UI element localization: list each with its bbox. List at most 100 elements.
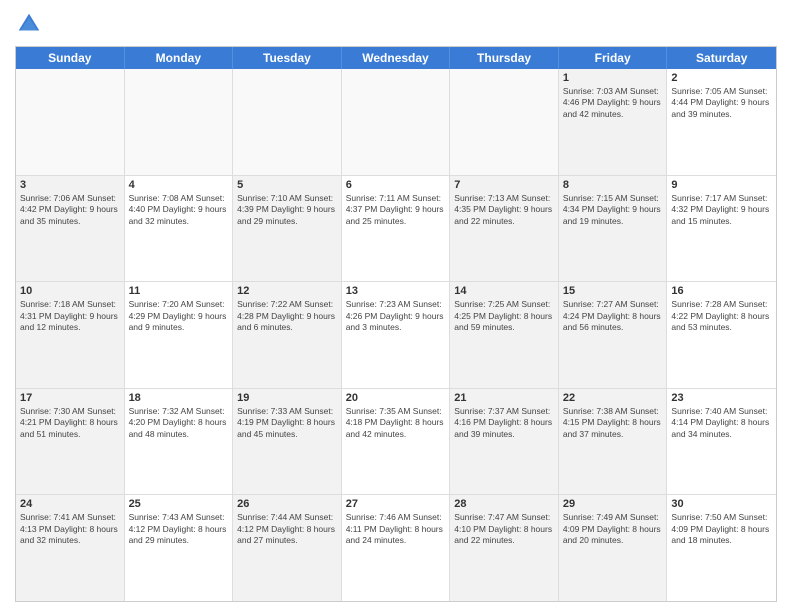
day-info: Sunrise: 7:35 AM Sunset: 4:18 PM Dayligh… — [346, 406, 446, 440]
weekday-header: Friday — [559, 47, 668, 69]
calendar-cell: 2Sunrise: 7:05 AM Sunset: 4:44 PM Daylig… — [667, 69, 776, 175]
calendar-cell: 16 Sunrise: 7:28 AM Sunset: 4:22 PM Dayli… — [667, 282, 776, 388]
calendar-cell: 4 Sunrise: 7:08 AM Sunset: 4:40 PM Daylig… — [125, 176, 234, 282]
day-info: Sunrise: 7:44 AM Sunset: 4:12 PM Dayligh… — [237, 512, 337, 546]
day-number: 2 — [671, 72, 772, 84]
weekday-header: Monday — [125, 47, 234, 69]
day-info: Sunrise: 7:43 AM Sunset: 4:12 PM Dayligh… — [129, 512, 229, 546]
day-number: 16 — [671, 285, 772, 297]
day-number: 14 — [454, 285, 554, 297]
calendar-cell: 7 Sunrise: 7:13 AM Sunset: 4:35 PM Daylig… — [450, 176, 559, 282]
calendar-cell: 22 Sunrise: 7:38 AM Sunset: 4:15 PM Dayli… — [559, 389, 668, 495]
day-info: Sunrise: 7:20 AM Sunset: 4:29 PM Dayligh… — [129, 299, 229, 333]
calendar-cell: 15Sunrise: 7:27 AM Sunset: 4:24 PM Dayli… — [559, 282, 668, 388]
day-number: 25 — [129, 498, 229, 510]
calendar-cell: 19 Sunrise: 7:33 AM Sunset: 4:19 PM Dayli… — [233, 389, 342, 495]
calendar-cell: 23Sunrise: 7:40 AM Sunset: 4:14 PM Dayli… — [667, 389, 776, 495]
calendar-row: 1 Sunrise: 7:03 AM Sunset: 4:46 PM Daylig… — [16, 69, 776, 176]
day-number: 12 — [237, 285, 337, 297]
day-info: Sunrise: 7:10 AM Sunset: 4:39 PM Dayligh… — [237, 193, 337, 227]
calendar-cell: 9 Sunrise: 7:17 AM Sunset: 4:32 PM Daylig… — [667, 176, 776, 282]
day-number: 9 — [671, 179, 772, 191]
calendar-cell: 20 Sunrise: 7:35 AM Sunset: 4:18 PM Dayli… — [342, 389, 451, 495]
day-number: 22 — [563, 392, 663, 404]
day-info: Sunrise: 7:41 AM Sunset: 4:13 PM Dayligh… — [20, 512, 120, 546]
day-info: Sunrise: 7:25 AM Sunset: 4:25 PM Dayligh… — [454, 299, 554, 333]
calendar-row: 10 Sunrise: 7:18 AM Sunset: 4:31 PM Dayli… — [16, 282, 776, 389]
calendar-cell: 24 Sunrise: 7:41 AM Sunset: 4:13 PM Dayli… — [16, 495, 125, 601]
weekday-header: Sunday — [16, 47, 125, 69]
calendar-cell: 5 Sunrise: 7:10 AM Sunset: 4:39 PM Daylig… — [233, 176, 342, 282]
day-number: 3 — [20, 179, 120, 191]
calendar-cell — [342, 69, 451, 175]
day-info: Sunrise: 7:22 AM Sunset: 4:28 PM Dayligh… — [237, 299, 337, 333]
calendar-body: 1 Sunrise: 7:03 AM Sunset: 4:46 PM Daylig… — [16, 69, 776, 601]
calendar-cell: 14 Sunrise: 7:25 AM Sunset: 4:25 PM Dayli… — [450, 282, 559, 388]
day-number: 18 — [129, 392, 229, 404]
calendar-cell: 21 Sunrise: 7:37 AM Sunset: 4:16 PM Dayli… — [450, 389, 559, 495]
logo-icon — [15, 10, 43, 38]
day-info: Sunrise: 7:15 AM Sunset: 4:34 PM Dayligh… — [563, 193, 663, 227]
calendar: SundayMondayTuesdayWednesdayThursdayFrid… — [15, 46, 777, 602]
day-info: Sunrise: 7:33 AM Sunset: 4:19 PM Dayligh… — [237, 406, 337, 440]
weekday-header: Saturday — [667, 47, 776, 69]
calendar-cell: 29Sunrise: 7:49 AM Sunset: 4:09 PM Dayli… — [559, 495, 668, 601]
day-number: 29 — [563, 498, 663, 510]
page: SundayMondayTuesdayWednesdayThursdayFrid… — [0, 0, 792, 612]
calendar-cell — [450, 69, 559, 175]
calendar-cell: 8Sunrise: 7:15 AM Sunset: 4:34 PM Daylig… — [559, 176, 668, 282]
day-number: 6 — [346, 179, 446, 191]
day-info: Sunrise: 7:27 AM Sunset: 4:24 PM Dayligh… — [563, 299, 663, 333]
calendar-cell — [16, 69, 125, 175]
calendar-cell: 26 Sunrise: 7:44 AM Sunset: 4:12 PM Dayli… — [233, 495, 342, 601]
day-number: 24 — [20, 498, 120, 510]
day-info: Sunrise: 7:18 AM Sunset: 4:31 PM Dayligh… — [20, 299, 120, 333]
day-info: Sunrise: 7:46 AM Sunset: 4:11 PM Dayligh… — [346, 512, 446, 546]
weekday-header: Wednesday — [342, 47, 451, 69]
calendar-cell: 1 Sunrise: 7:03 AM Sunset: 4:46 PM Daylig… — [559, 69, 668, 175]
weekday-header: Tuesday — [233, 47, 342, 69]
day-number: 4 — [129, 179, 229, 191]
calendar-cell: 17 Sunrise: 7:30 AM Sunset: 4:21 PM Dayli… — [16, 389, 125, 495]
day-number: 1 — [563, 72, 663, 84]
day-info: Sunrise: 7:47 AM Sunset: 4:10 PM Dayligh… — [454, 512, 554, 546]
day-info: Sunrise: 7:11 AM Sunset: 4:37 PM Dayligh… — [346, 193, 446, 227]
day-info: Sunrise: 7:37 AM Sunset: 4:16 PM Dayligh… — [454, 406, 554, 440]
day-number: 28 — [454, 498, 554, 510]
day-number: 17 — [20, 392, 120, 404]
day-number: 19 — [237, 392, 337, 404]
calendar-cell: 30 Sunrise: 7:50 AM Sunset: 4:09 PM Dayli… — [667, 495, 776, 601]
day-info: Sunrise: 7:06 AM Sunset: 4:42 PM Dayligh… — [20, 193, 120, 227]
calendar-cell: 27 Sunrise: 7:46 AM Sunset: 4:11 PM Dayli… — [342, 495, 451, 601]
header — [15, 10, 777, 38]
day-number: 21 — [454, 392, 554, 404]
day-info: Sunrise: 7:38 AM Sunset: 4:15 PM Dayligh… — [563, 406, 663, 440]
day-number: 23 — [671, 392, 772, 404]
calendar-cell: 25 Sunrise: 7:43 AM Sunset: 4:12 PM Dayli… — [125, 495, 234, 601]
day-info: Sunrise: 7:23 AM Sunset: 4:26 PM Dayligh… — [346, 299, 446, 333]
day-number: 30 — [671, 498, 772, 510]
calendar-cell: 10 Sunrise: 7:18 AM Sunset: 4:31 PM Dayli… — [16, 282, 125, 388]
calendar-cell: 11Sunrise: 7:20 AM Sunset: 4:29 PM Dayli… — [125, 282, 234, 388]
day-info: Sunrise: 7:28 AM Sunset: 4:22 PM Dayligh… — [671, 299, 772, 333]
calendar-header: SundayMondayTuesdayWednesdayThursdayFrid… — [16, 47, 776, 69]
day-info: Sunrise: 7:08 AM Sunset: 4:40 PM Dayligh… — [129, 193, 229, 227]
calendar-cell: 3 Sunrise: 7:06 AM Sunset: 4:42 PM Daylig… — [16, 176, 125, 282]
day-number: 26 — [237, 498, 337, 510]
calendar-cell: 28 Sunrise: 7:47 AM Sunset: 4:10 PM Dayli… — [450, 495, 559, 601]
day-info: Sunrise: 7:30 AM Sunset: 4:21 PM Dayligh… — [20, 406, 120, 440]
day-info: Sunrise: 7:13 AM Sunset: 4:35 PM Dayligh… — [454, 193, 554, 227]
day-number: 27 — [346, 498, 446, 510]
calendar-row: 24 Sunrise: 7:41 AM Sunset: 4:13 PM Dayli… — [16, 495, 776, 601]
day-info: Sunrise: 7:17 AM Sunset: 4:32 PM Dayligh… — [671, 193, 772, 227]
weekday-header: Thursday — [450, 47, 559, 69]
calendar-row: 17 Sunrise: 7:30 AM Sunset: 4:21 PM Dayli… — [16, 389, 776, 496]
calendar-row: 3 Sunrise: 7:06 AM Sunset: 4:42 PM Daylig… — [16, 176, 776, 283]
day-number: 20 — [346, 392, 446, 404]
calendar-cell: 18Sunrise: 7:32 AM Sunset: 4:20 PM Dayli… — [125, 389, 234, 495]
day-info: Sunrise: 7:03 AM Sunset: 4:46 PM Dayligh… — [563, 86, 663, 120]
day-number: 5 — [237, 179, 337, 191]
day-number: 10 — [20, 285, 120, 297]
day-info: Sunrise: 7:50 AM Sunset: 4:09 PM Dayligh… — [671, 512, 772, 546]
day-number: 7 — [454, 179, 554, 191]
